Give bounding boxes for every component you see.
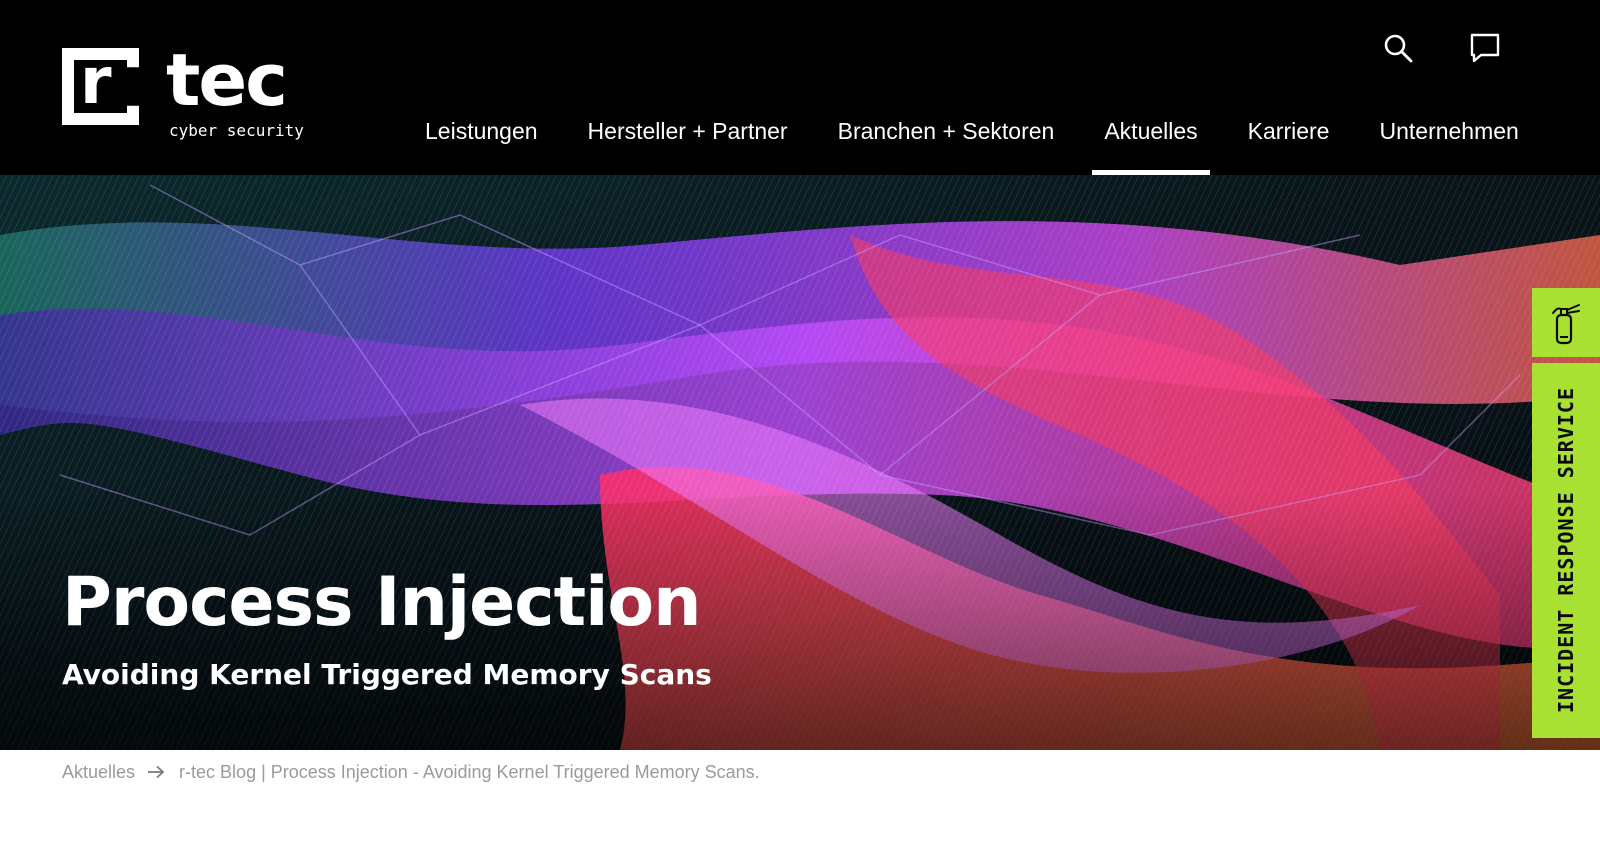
breadcrumb-current: r-tec Blog | Process Injection - Avoidin… <box>179 762 760 782</box>
logo-letter: r <box>80 45 112 119</box>
hero-banner: Process Injection Avoiding Kernel Trigge… <box>0 175 1600 750</box>
main-nav: Leistungen Hersteller + Partner Branchen… <box>400 100 1544 175</box>
arrow-right-icon <box>147 765 165 779</box>
contact-button[interactable] <box>1465 28 1505 68</box>
nav-item-branchen-sektoren[interactable]: Branchen + Sektoren <box>826 100 1067 175</box>
page-title: Process Injection <box>62 563 702 642</box>
nav-item-hersteller-partner[interactable]: Hersteller + Partner <box>576 100 800 175</box>
page: r tec cyber security Leistungen Herstell… <box>0 0 1600 865</box>
incident-response-icon-tab[interactable] <box>1532 288 1600 357</box>
rtec-logo[interactable]: r tec cyber security <box>62 40 304 146</box>
chat-bubble-icon <box>1470 33 1500 63</box>
incident-response-service-tab[interactable]: INCIDENT RESPONSE SERVICE <box>1532 363 1600 738</box>
nav-item-karriere[interactable]: Karriere <box>1236 100 1342 175</box>
site-header: r tec cyber security Leistungen Herstell… <box>0 0 1600 175</box>
nav-item-leistungen[interactable]: Leistungen <box>413 100 550 175</box>
breadcrumb: Aktuelles r-tec Blog | Process Injection… <box>62 760 760 784</box>
search-button[interactable] <box>1378 28 1418 68</box>
logo-tagline: cyber security <box>169 121 304 140</box>
logo-word: tec <box>166 38 288 122</box>
nav-item-aktuelles[interactable]: Aktuelles <box>1092 100 1211 175</box>
fire-extinguisher-icon <box>1552 303 1580 344</box>
page-subtitle: Avoiding Kernel Triggered Memory Scans <box>62 658 712 691</box>
nav-item-unternehmen[interactable]: Unternehmen <box>1367 100 1530 175</box>
search-icon <box>1384 34 1413 63</box>
breadcrumb-link-aktuelles[interactable]: Aktuelles <box>62 760 135 784</box>
incident-response-label: INCIDENT RESPONSE SERVICE <box>1554 386 1578 714</box>
